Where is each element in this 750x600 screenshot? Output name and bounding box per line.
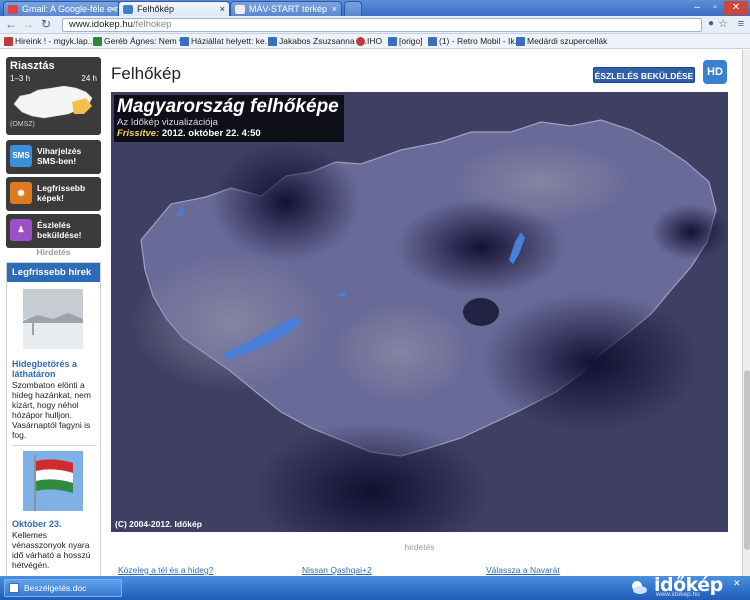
idokep-brand-logo[interactable]: időkép www.idokep.hu bbox=[624, 574, 729, 599]
close-tab-icon[interactable]: × bbox=[220, 2, 225, 16]
map-copyright: (C) 2004-2012. Időkép bbox=[115, 519, 202, 529]
news-image-snow[interactable] bbox=[23, 289, 83, 349]
news-image-flag[interactable] bbox=[23, 451, 83, 511]
ad-label: Hirdetés bbox=[36, 247, 71, 257]
page-title: Felhőkép bbox=[111, 64, 181, 83]
bookmark-item[interactable]: Jakabos Zsuzsanna -... bbox=[268, 35, 367, 48]
bookmark-item[interactable]: Hireink ! - mgyk.lap... bbox=[4, 35, 95, 48]
reload-icon[interactable]: ↻ bbox=[39, 17, 53, 31]
sun-cloud-logo-icon bbox=[632, 581, 647, 594]
bookmark-icon bbox=[4, 37, 13, 46]
news-body: Kellemes vénasszonyok nyara idő várható … bbox=[12, 530, 91, 570]
bookmark-item[interactable]: Geréb Ágnes: Nem v... bbox=[93, 35, 190, 48]
news-box: Legfrissebb hírek Hidegbetörés a láthatá… bbox=[6, 262, 101, 576]
page-icon bbox=[123, 5, 133, 14]
page-scrollbar[interactable] bbox=[742, 50, 750, 576]
news-header: Legfrissebb hírek bbox=[7, 263, 100, 282]
hd-button[interactable]: HD bbox=[703, 60, 727, 84]
map-subtitle: Az Időkép vizualizációja bbox=[117, 117, 218, 128]
taskbar-item-document[interactable]: Beszélgetés.doc bbox=[4, 579, 122, 597]
ad-link[interactable]: Közeleg a tél és a hideg? bbox=[118, 565, 213, 575]
map-updated: Frissítve: 2012. október 22. 4:50 bbox=[117, 128, 261, 139]
maximize-icon[interactable]: ▫ bbox=[706, 1, 724, 15]
page-icon bbox=[235, 5, 245, 14]
new-tab-button[interactable] bbox=[344, 1, 362, 16]
close-window-icon[interactable]: ✕ bbox=[724, 1, 748, 15]
bookmark-icon bbox=[93, 37, 102, 46]
tab-gmail[interactable]: Gmail: A Google-féle e-ma × bbox=[3, 1, 121, 16]
latest-images-button[interactable]: ◉ Legfrissebb képek! bbox=[6, 177, 101, 211]
bookmark-item[interactable]: Háziállat helyett: ke... bbox=[180, 35, 272, 48]
bookmark-icon bbox=[268, 37, 277, 46]
news-body: Szombaton elönti a hideg hazánkat, nem k… bbox=[12, 380, 91, 440]
cloud-map[interactable]: Magyarország felhőképe Az Időkép vizuali… bbox=[111, 92, 728, 532]
news-title[interactable]: Október 23. bbox=[12, 519, 97, 529]
hungary-alert-map-icon bbox=[13, 85, 93, 119]
bookmark-icon bbox=[388, 37, 397, 46]
gmail-icon bbox=[8, 5, 18, 14]
back-arrow-icon[interactable]: ← bbox=[4, 17, 18, 31]
menu-icon[interactable]: ≡ bbox=[734, 17, 748, 31]
address-bar: ← → ↻ www.idokep.hu/felhokep ● ☆ ≡ bbox=[0, 16, 750, 34]
news-title[interactable]: Hidegbetörés a láthatáron bbox=[12, 359, 97, 379]
ad-link[interactable]: Nissan Qashqai+2 bbox=[302, 565, 372, 575]
ad-label: hirdetés bbox=[404, 542, 435, 552]
bookmark-icon bbox=[428, 37, 437, 46]
person-icon: ♟ bbox=[10, 219, 32, 241]
url-input[interactable]: www.idokep.hu/felhokep bbox=[62, 18, 702, 32]
forward-arrow-icon[interactable]: → bbox=[21, 17, 35, 31]
tab-felhokep[interactable]: Felhőkép × bbox=[118, 1, 230, 16]
submit-observation-button[interactable]: ♟ Észlelés beküldése! bbox=[6, 214, 101, 248]
sms-alert-button[interactable]: SMS Viharjelzés SMS-ben! bbox=[6, 140, 101, 174]
browser-tab-bar: Gmail: A Google-féle e-ma × Felhőkép × M… bbox=[0, 0, 750, 16]
bookmark-item[interactable]: [origo] bbox=[388, 35, 423, 48]
taskbar-close-icon[interactable]: ✕ bbox=[733, 578, 747, 596]
minimize-icon[interactable]: – bbox=[688, 1, 706, 15]
ad-link[interactable]: Válassza a Navarát bbox=[486, 565, 560, 575]
bookmark-item[interactable]: (1) - Retro Mobil - Ik... bbox=[428, 35, 522, 48]
close-tab-icon[interactable]: × bbox=[111, 2, 116, 16]
page-content: Riasztás 1–3 h 24 h (OMSZ) SMS Viharjelz… bbox=[0, 50, 742, 576]
bookmark-star-icon[interactable]: ☆ bbox=[716, 17, 730, 31]
tab-mav-start[interactable]: MÁV-START térkép × bbox=[230, 1, 342, 16]
map-title: Magyarország felhőképe bbox=[117, 96, 339, 117]
sms-icon: SMS bbox=[10, 145, 32, 167]
map-title-box: Magyarország felhőképe Az Időkép vizuali… bbox=[114, 95, 344, 142]
bookmark-item[interactable]: Medárdi szupercellák bbox=[516, 35, 607, 48]
bookmark-item[interactable]: IHO bbox=[356, 35, 382, 48]
bookmark-icon bbox=[356, 37, 365, 46]
close-tab-icon[interactable]: × bbox=[332, 2, 337, 16]
bookmarks-bar: Hireink ! - mgyk.lap... Geréb Ágnes: Nem… bbox=[0, 34, 750, 49]
document-icon bbox=[9, 583, 19, 593]
bookmark-icon bbox=[180, 37, 189, 46]
bookmark-icon bbox=[516, 37, 525, 46]
camera-icon: ◉ bbox=[10, 182, 32, 204]
scrollbar-thumb[interactable] bbox=[744, 370, 750, 550]
cloud-map-image bbox=[111, 92, 728, 532]
submit-report-button[interactable]: ÉSZLELÉS BEKÜLDÉSE bbox=[593, 67, 695, 83]
weather-alert-box[interactable]: Riasztás 1–3 h 24 h (OMSZ) bbox=[6, 57, 101, 135]
divider bbox=[12, 445, 97, 446]
